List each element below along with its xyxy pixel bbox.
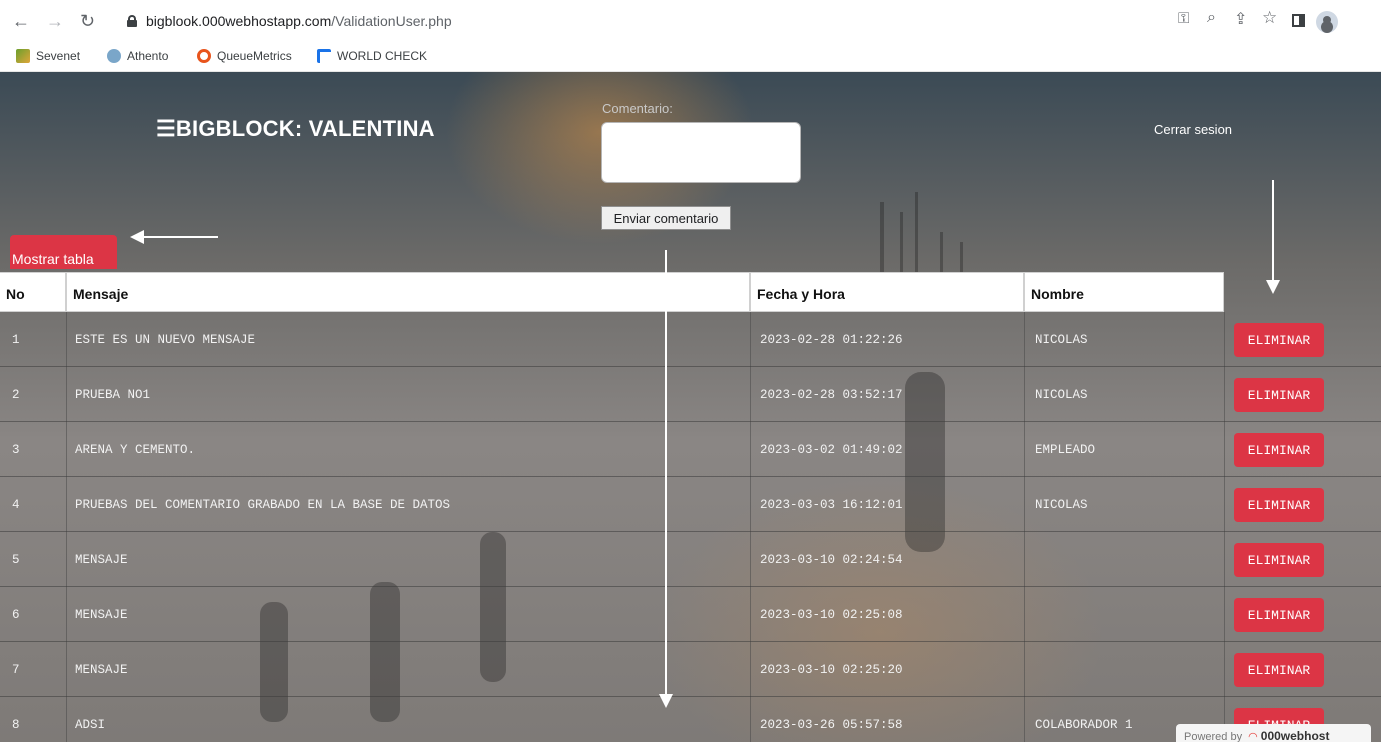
cell-nombre: COLABORADOR 1: [1035, 718, 1133, 732]
bookmark-label: QueueMetrics: [217, 49, 292, 63]
delete-button[interactable]: ELIMINAR: [1234, 378, 1324, 412]
cell-mensaje: ARENA Y CEMENTO.: [75, 443, 196, 457]
cell-mensaje: ADSI: [75, 718, 106, 732]
browser-toolbar: ← → ↻ bigblook.000webhostapp.com/Validat…: [0, 0, 1381, 44]
delete-button[interactable]: ELIMINAR: [1234, 543, 1324, 577]
cell-mensaje: ESTE ES UN NUEVO MENSAJE: [75, 333, 256, 347]
cell-nombre: NICOLAS: [1035, 388, 1088, 402]
profile-avatar-icon[interactable]: [1316, 11, 1338, 33]
cell-fecha: 2023-02-28 03:52:17: [760, 388, 903, 402]
cell-no: 8: [12, 718, 20, 732]
comment-textarea[interactable]: [601, 122, 801, 183]
star-icon[interactable]: ☆: [1262, 8, 1277, 28]
bookmarks-bar: Sevenet Athento QueueMetrics WORLD CHECK: [0, 44, 1381, 72]
athento-icon: [107, 49, 121, 63]
bookmark-sevenet[interactable]: Sevenet: [16, 49, 80, 63]
cell-no: 6: [12, 608, 20, 622]
cell-mensaje: MENSAJE: [75, 553, 128, 567]
share-icon[interactable]: ⇪: [1234, 9, 1247, 29]
sevenet-icon: [16, 49, 30, 63]
comment-label: Comentario:: [602, 101, 673, 116]
side-panel-icon[interactable]: [1292, 14, 1305, 27]
powered-by-badge[interactable]: Powered by ◠ 000webhost: [1176, 724, 1371, 742]
delete-button[interactable]: ELIMINAR: [1234, 653, 1324, 687]
delete-button[interactable]: ELIMINAR: [1234, 323, 1324, 357]
table-row: 7 MENSAJE 2023-03-10 02:25:20 ELIMINAR: [0, 642, 1381, 697]
table-row: 5 MENSAJE 2023-03-10 02:24:54 ELIMINAR: [0, 532, 1381, 587]
cell-mensaje: PRUEBA NO1: [75, 388, 151, 402]
powered-by-brand: 000webhost: [1260, 729, 1330, 742]
cell-no: 4: [12, 498, 20, 512]
bookmark-label: Athento: [127, 49, 169, 63]
forward-arrow-icon[interactable]: →: [46, 10, 64, 32]
cell-no: 5: [12, 553, 20, 567]
powered-by-text: Powered by: [1184, 731, 1243, 742]
cell-no: 1: [12, 333, 20, 347]
address-bar[interactable]: bigblook.000webhostapp.com/ValidationUse…: [110, 6, 1310, 38]
url-text[interactable]: bigblook.000webhostapp.com/ValidationUse…: [146, 13, 452, 29]
cell-fecha: 2023-02-28 01:22:26: [760, 333, 903, 347]
webhost-logo-icon: ◠: [1248, 731, 1258, 742]
bookmark-athento[interactable]: Athento: [107, 49, 168, 63]
show-table-button[interactable]: Mostrar tabla: [10, 235, 117, 269]
page-title: ☰BIGBLOCK: VALENTINA: [156, 116, 435, 141]
cell-no: 7: [12, 663, 20, 677]
cell-fecha: 2023-03-10 02:25:20: [760, 663, 903, 677]
url-host: bigblook.000webhostapp.com: [146, 13, 332, 29]
url-path: /ValidationUser.php: [331, 13, 452, 29]
cell-fecha: 2023-03-03 16:12:01: [760, 498, 903, 512]
cell-fecha: 2023-03-26 05:57:58: [760, 718, 903, 732]
key-icon[interactable]: ⚿: [1178, 10, 1189, 27]
lock-icon: [127, 15, 137, 27]
column-header-nombre: Nombre: [1024, 272, 1224, 312]
cell-mensaje: PRUEBAS DEL COMENTARIO GRABADO EN LA BAS…: [75, 498, 451, 512]
table-row: 3 ARENA Y CEMENTO. 2023-03-02 01:49:02 E…: [0, 422, 1381, 477]
queuemetrics-icon: [197, 49, 211, 63]
cell-mensaje: MENSAJE: [75, 663, 128, 677]
page-content: ☰BIGBLOCK: VALENTINA Comentario: Enviar …: [0, 72, 1381, 742]
cell-nombre: NICOLAS: [1035, 498, 1088, 512]
zoom-icon[interactable]: ⌕: [1207, 9, 1216, 27]
table-row: 4 PRUEBAS DEL COMENTARIO GRABADO EN LA B…: [0, 477, 1381, 532]
cell-nombre: EMPLEADO: [1035, 443, 1096, 457]
cell-no: 3: [12, 443, 20, 457]
column-header-mensaje: Mensaje: [66, 272, 750, 312]
delete-button[interactable]: ELIMINAR: [1234, 433, 1324, 467]
cell-nombre: NICOLAS: [1035, 333, 1088, 347]
table-row: 1 ESTE ES UN NUEVO MENSAJE 2023-02-28 01…: [0, 312, 1381, 367]
cell-fecha: 2023-03-10 02:25:08: [760, 608, 903, 622]
world-check-icon: [317, 49, 331, 63]
bookmark-label: Sevenet: [36, 49, 81, 63]
cell-mensaje: MENSAJE: [75, 608, 128, 622]
reload-icon[interactable]: ↻: [80, 10, 95, 32]
column-header-no: No: [0, 272, 66, 312]
annotation-arrow-line: [1272, 180, 1274, 282]
send-comment-button[interactable]: Enviar comentario: [601, 206, 731, 230]
delete-button[interactable]: ELIMINAR: [1234, 598, 1324, 632]
bookmark-world-check[interactable]: WORLD CHECK: [317, 49, 427, 63]
cell-fecha: 2023-03-10 02:24:54: [760, 553, 903, 567]
table-row: 2 PRUEBA NO1 2023-02-28 03:52:17 NICOLAS…: [0, 367, 1381, 422]
table-row: 6 MENSAJE 2023-03-10 02:25:08 ELIMINAR: [0, 587, 1381, 642]
annotation-arrowhead-left-icon: [130, 230, 144, 244]
annotation-arrow-line: [665, 250, 667, 696]
annotation-arrow-line: [142, 236, 218, 238]
annotation-arrowhead-down-icon: [1266, 280, 1280, 294]
table-row: 8 ADSI 2023-03-26 05:57:58 COLABORADOR 1…: [0, 697, 1381, 742]
back-arrow-icon[interactable]: ←: [12, 10, 30, 32]
cell-fecha: 2023-03-02 01:49:02: [760, 443, 903, 457]
annotation-arrowhead-down-icon: [659, 694, 673, 708]
bookmark-queuemetrics[interactable]: QueueMetrics: [197, 49, 292, 63]
bookmark-label: WORLD CHECK: [337, 49, 428, 63]
logout-link[interactable]: Cerrar sesion: [1154, 122, 1232, 137]
cell-no: 2: [12, 388, 20, 402]
delete-button[interactable]: ELIMINAR: [1234, 488, 1324, 522]
column-header-fecha: Fecha y Hora: [750, 272, 1024, 312]
